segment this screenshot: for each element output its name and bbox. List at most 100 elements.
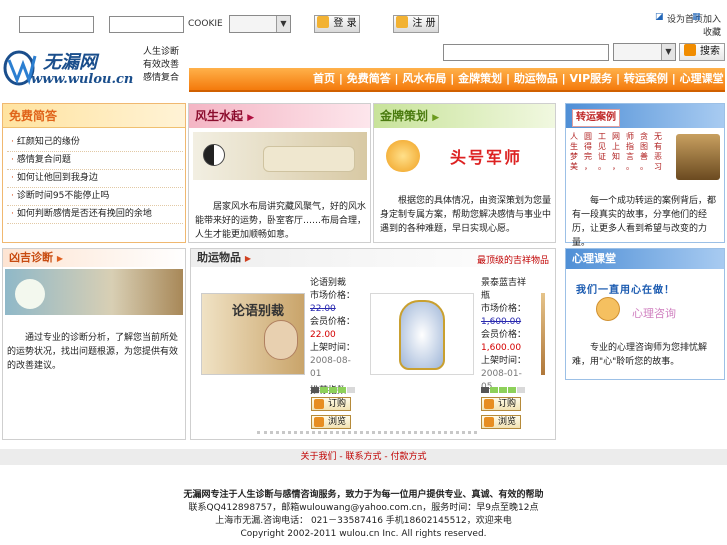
nav-item-fengshui[interactable]: 风水布局 (402, 72, 446, 85)
favorite-icon: ▦ (692, 12, 701, 22)
cases-grid-char: 贪 (640, 132, 648, 141)
cases-grid-char: 完 (584, 152, 592, 161)
nav-item-goods[interactable]: 助运物品 (514, 72, 558, 85)
chevron-down-icon: ▼ (276, 16, 290, 32)
product-info: 论语别裁 市场价格：22.00 会员价格：22.00 上架时间：2008-08-… (310, 277, 362, 398)
order-button[interactable]: 订购 (311, 397, 352, 411)
list-item[interactable]: · 感情复合问题 (7, 152, 183, 170)
cookie-select[interactable]: ▼ (229, 15, 291, 33)
view-button[interactable]: 浏览 (481, 415, 522, 429)
product-image[interactable] (370, 293, 474, 375)
cases-grid-char: 师 (626, 132, 634, 141)
diagnose-panel: 凶吉诊断 ▶ 通过专业的诊断分析，了解您当前所处的运势状况，找出问题根源，为您提… (2, 248, 186, 440)
nav-item-free[interactable]: 免费简答 (347, 72, 391, 85)
psych-banner-top: 我们一直用心在做！ (576, 285, 675, 296)
product-name[interactable]: 论语别裁 (310, 277, 362, 290)
cookie-label: COOKIE (188, 19, 223, 29)
cases-grid-char: 无 (654, 132, 662, 141)
register-button[interactable]: 注 册 (393, 15, 439, 33)
footer-line-2: 联系QQ412898757，邮箱wulouwang@yahoo.com.cn，服… (188, 503, 539, 513)
strategy-title: 金牌策划 ▶ (374, 104, 555, 128)
cases-grid-char: 得 (584, 142, 592, 151)
copyright-text: Copyright 2002-2011 wulou.cn Inc. All ri… (240, 529, 487, 539)
psych-panel: 心理课堂 我们一直用心在做！ 心理咨询 专业的心理咨询师为您排忧解难，用"心"聆… (565, 248, 725, 380)
list-item[interactable]: · 如何判断感情是否还有挽回的余地 (7, 206, 183, 224)
cases-grid-char: 美 (570, 162, 578, 171)
login-button[interactable]: 登 录 (314, 15, 360, 33)
footer-links[interactable]: 关于我们 - 联系方式 - 付款方式 (0, 449, 727, 465)
cases-grid-char: 圆 (584, 132, 592, 141)
cases-grid-char: 。 (640, 162, 648, 171)
cases-grid-char: 善 (640, 152, 648, 161)
main-nav: 首页 | 免费简答 | 风水布局 | 金牌策划 | 助运物品 | VIP服务 |… (189, 68, 725, 92)
lotus-image (15, 279, 45, 309)
search-icon (684, 44, 696, 56)
search-button[interactable]: 搜索 (679, 43, 725, 61)
fengshui-image (193, 132, 367, 180)
nav-item-psych[interactable]: 心理课堂 (680, 72, 724, 85)
cases-grid-char: 有 (654, 142, 662, 151)
goods-panel: 助运物品 ▶ 最顶级的吉祥物品 论语别裁 论语别裁 市场价格：22.00 会员价… (190, 248, 556, 440)
fengshui-title: 风生水起 ▶ (189, 104, 370, 128)
footer-line-3: 上海市无漏.咨询电话： 021－33587416 手机18602145512，欢… (215, 516, 512, 526)
order-button[interactable]: 订购 (481, 397, 522, 411)
list-item[interactable]: · 红颜知己的缘份 (7, 134, 183, 152)
diagnose-title: 凶吉诊断 ▶ (3, 249, 185, 267)
cases-grid-char: 网 (612, 132, 620, 141)
censer-image (676, 134, 720, 180)
site-logo[interactable]: 无漏网 www.wulou.cn (3, 46, 139, 90)
nav-item-vip[interactable]: VIP服务 (570, 72, 613, 85)
login-icon (317, 16, 330, 28)
diagnose-text: 通过专业的诊断分析，了解您当前所处的运势状况，找出问题根源，为您提供有效的改善建… (7, 333, 179, 371)
username-input[interactable] (19, 16, 94, 33)
cases-grid-char: 上 (612, 142, 620, 151)
diagnose-image (5, 269, 183, 315)
cases-grid-char: 人 (570, 132, 578, 141)
cases-text: 每一个成功转运的案例背后，都有一段真实的故事，分享他们的经历，让更多人看到希望与… (572, 196, 717, 248)
divider (257, 431, 477, 434)
search-input[interactable] (443, 44, 609, 61)
free-answers-title: 免费简答 (3, 104, 185, 128)
password-input[interactable] (109, 16, 184, 33)
cases-grid-char: 证 (598, 152, 606, 161)
product-image-edge (541, 293, 545, 375)
register-icon (396, 16, 409, 28)
strategy-panel: 金牌策划 ▶ 头号军师 根据您的具体情况，由资深策划为您量身定制专属方案，帮助您… (373, 103, 556, 243)
copyright-block: 无漏网专注于人生诊断与感情咨询服务，致力于为每一位用户提供专业、真诚、有效的帮助… (0, 489, 727, 541)
cases-grid-char: 。 (626, 162, 634, 171)
cases-grid-char: ， (584, 162, 592, 171)
search-category-select[interactable]: ▼ (613, 43, 676, 61)
product-name[interactable]: 景泰蓝吉祥瓶 (481, 277, 533, 303)
cases-grid-char: ， (612, 162, 620, 171)
list-item[interactable]: · 如何让他回到我身边 (7, 170, 183, 188)
cases-panel: 转运案例 人圆工网师贪无生得见上指图有梦完证知言善恶美，。，。。习 每一个成功转… (565, 103, 725, 248)
fengshui-panel: 风生水起 ▶ 居家风水布局讲究藏风聚气，好的风水能带来好的运势，卧室客厅……布局… (188, 103, 371, 243)
chevron-down-icon: ▼ (661, 44, 675, 60)
cases-grid-char: 生 (570, 142, 578, 151)
free-answers-panel: 免费简答 · 红颜知己的缘份 · 感情复合问题 · 如何让他回到我身边 · 诊断时间95… (2, 103, 186, 243)
cases-grid-char: 习 (654, 162, 662, 171)
logo-domain: www.wulou.cn (31, 72, 134, 87)
cases-title-bar: 转运案例 (566, 104, 724, 128)
rating-bar (481, 385, 526, 393)
bear-icon (596, 297, 620, 321)
psych-banner-bottom: 心理咨询 (632, 307, 676, 320)
cases-grid-char: 指 (626, 142, 634, 151)
list-item[interactable]: · 诊断时间95不能停止吗 (7, 188, 183, 206)
footer-line-1: 无漏网专注于人生诊断与感情咨询服务，致力于为每一位用户提供专业、真诚、有效的帮助 (183, 490, 544, 500)
nav-item-cases[interactable]: 转运案例 (624, 72, 668, 85)
slogan: 人生诊断 有效改善 感情复合 (143, 47, 180, 83)
yin-yang-icon (203, 144, 225, 166)
cases-grid: 人圆工网师贪无生得见上指图有梦完证知言善恶美，。，。。习 (570, 132, 670, 182)
nav-item-home[interactable]: 首页 (313, 72, 335, 85)
view-button[interactable]: 浏览 (311, 415, 352, 429)
nav-item-strategy[interactable]: 金牌策划 (458, 72, 502, 85)
cases-grid-char: 图 (640, 142, 648, 151)
goods-tag: 最顶级的吉祥物品 (476, 256, 549, 266)
hands-icon (386, 140, 420, 172)
cases-grid-char: 。 (598, 162, 606, 171)
add-favorite-link[interactable]: 加入收藏 (703, 12, 727, 38)
strategy-text: 根据您的具体情况，由资深策划为您量身定制专属方案，帮助您解决感情与事业中遇到的各… (380, 196, 552, 234)
product-image[interactable]: 论语别裁 (201, 293, 305, 375)
free-answers-list: · 红颜知己的缘份 · 感情复合问题 · 如何让他回到我身边 · 诊断时间95不能停止吗… (7, 134, 183, 224)
